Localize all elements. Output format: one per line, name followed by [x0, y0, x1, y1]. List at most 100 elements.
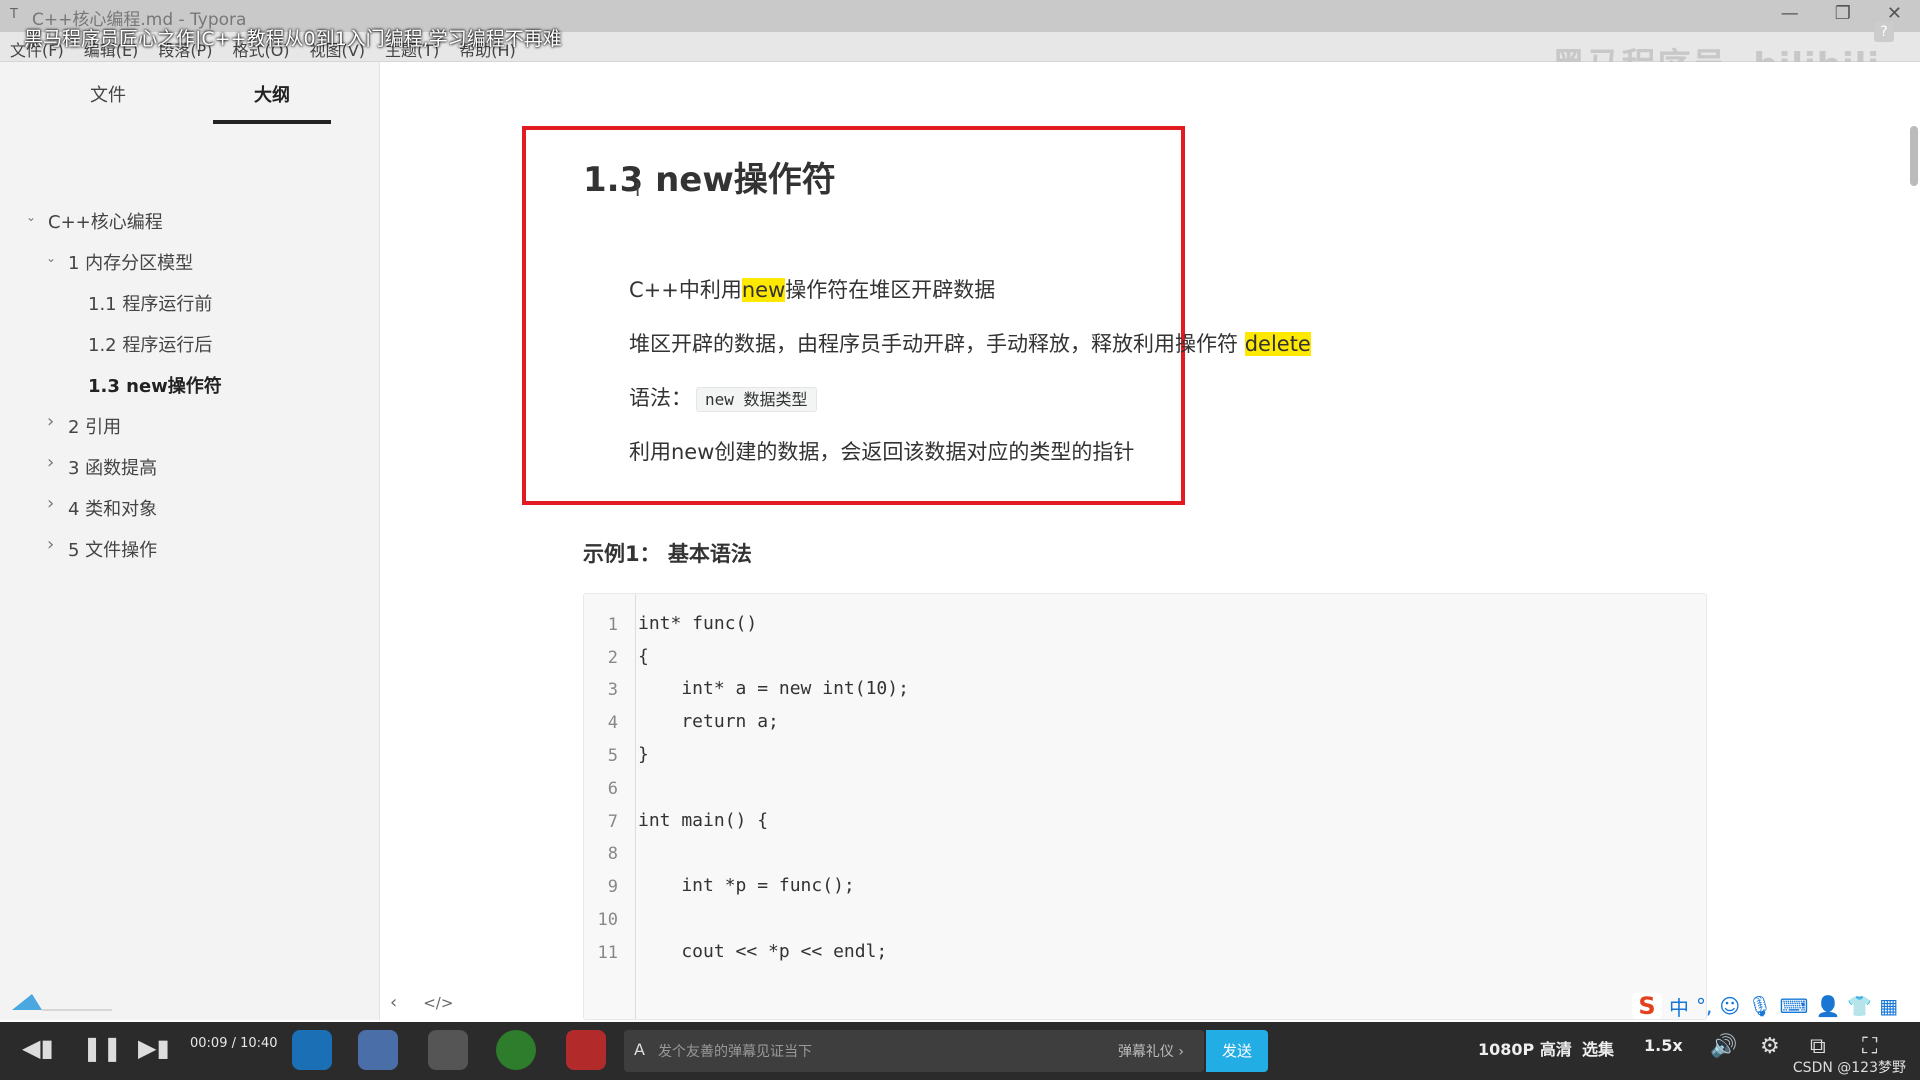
scrollbar-thumb[interactable] — [1910, 126, 1918, 186]
emoji-icon[interactable]: ☺ — [1719, 994, 1740, 1018]
next-icon[interactable]: ▶▮ — [138, 1034, 170, 1062]
outline-item-label: C++核心编程 — [48, 212, 163, 233]
outline-item-label: 1.2 程序运行后 — [88, 335, 213, 356]
line-number: 11 — [597, 943, 618, 963]
picture-in-picture-icon[interactable]: ⧉ — [1810, 1034, 1826, 1059]
settings-icon[interactable]: ⚙ — [1760, 1034, 1780, 1059]
text: 操作符在堆区开辟数据 — [785, 278, 996, 302]
line-number: 5 — [607, 746, 618, 766]
chevron-right-icon[interactable]: › — [47, 534, 61, 555]
user-icon[interactable]: 👤 — [1815, 994, 1840, 1018]
sidebar-tabs: 文件 大纲 — [0, 76, 380, 124]
word-count-graph-icon — [12, 994, 112, 1011]
sidebar: 文件 大纲 ⌄ C++核心编程 ⌄ 1 内存分区模型 1.1 程序运行前 1.2… — [0, 62, 380, 1020]
previous-icon[interactable]: ◀▮ — [22, 1034, 54, 1062]
line-number: 2 — [607, 648, 618, 668]
chevron-right-icon[interactable]: › — [47, 452, 61, 473]
tab-files[interactable]: 文件 — [49, 76, 167, 124]
send-danmaku-button[interactable]: 发送 — [1206, 1030, 1268, 1072]
close-icon[interactable]: ✕ — [1887, 3, 1902, 24]
taskbar-app-icon[interactable] — [496, 1030, 536, 1070]
code-line: cout << *p << endl; — [638, 941, 888, 962]
statusbar-nav: ‹ </> — [390, 992, 453, 1013]
quality-selector[interactable]: 1080P 高清 — [1478, 1036, 1572, 1060]
typora-app-icon: T — [10, 7, 18, 22]
video-player-bar: ◀▮ ❚❚ ▶▮ 00:09 / 10:40 A 发个友善的弹幕见证当下 弹幕礼… — [0, 1022, 1920, 1080]
line-number: 1 — [607, 615, 618, 635]
restore-icon[interactable]: ❐ — [1835, 3, 1851, 24]
line-number: 8 — [607, 844, 618, 864]
typora-taskbar-icon[interactable] — [428, 1030, 468, 1070]
minimize-icon[interactable]: — — [1781, 3, 1799, 24]
highlight-delete: delete — [1244, 332, 1311, 356]
paragraph-heap-delete[interactable]: 堆区开辟的数据，由程序员手动开辟，手动释放，释放利用操作符 delete — [629, 328, 1311, 358]
danmaku-etiquette-link[interactable]: 弹幕礼仪 › — [1118, 1041, 1184, 1061]
chevron-down-icon[interactable]: ⌄ — [46, 251, 60, 265]
text: C++中利用 — [629, 278, 742, 302]
line-number: 7 — [607, 812, 618, 832]
window-controls: — ❐ ✕ — [1781, 3, 1902, 24]
video-title-overlay: 黑马程序员匠心之作|C++教程从0到1入门编程,学习编程不再难 — [24, 28, 562, 50]
keyboard-icon[interactable]: ⌨ — [1780, 994, 1809, 1018]
taskbar-app-icon[interactable] — [358, 1030, 398, 1070]
microphone-icon[interactable]: 🎙 — [1747, 994, 1772, 1018]
text: 语法： — [629, 386, 692, 410]
chevron-down-icon[interactable]: ⌄ — [26, 210, 40, 224]
fullscreen-icon[interactable]: ⛶ — [1862, 1034, 1877, 1059]
code-line: int *p = func(); — [638, 875, 855, 896]
paragraph-syntax[interactable]: 语法： new 数据类型 — [629, 382, 817, 412]
volume-icon[interactable]: 🔊 — [1710, 1034, 1737, 1059]
code-gutter: 1 2 3 4 5 6 7 8 9 10 11 — [584, 594, 636, 1019]
episode-selector[interactable]: 选集 — [1582, 1036, 1614, 1060]
line-number: 9 — [607, 877, 618, 897]
ime-toolbar: S 中 °, ☺ 🎙 ⌨ 👤 👕 ▦ — [1632, 992, 1898, 1020]
chevron-right-icon[interactable]: › — [47, 493, 61, 514]
punctuation-icon[interactable]: °, — [1696, 994, 1712, 1018]
code-line: return a; — [638, 711, 779, 732]
danmaku-input[interactable]: A 发个友善的弹幕见证当下 弹幕礼仪 › — [624, 1030, 1204, 1072]
line-number: 10 — [597, 910, 618, 930]
section-heading[interactable]: 1.3 new操作符 — [583, 152, 836, 201]
line-number: 6 — [607, 779, 618, 799]
code-line: int main() { — [638, 810, 769, 831]
help-icon[interactable]: ? — [1874, 22, 1894, 42]
speed-selector[interactable]: 1.5x — [1644, 1036, 1683, 1055]
line-number: 3 — [607, 680, 618, 700]
outline-item-label: 1 内存分区模型 — [68, 253, 194, 274]
code-line: int* func() — [638, 613, 758, 634]
skin-icon[interactable]: 👕 — [1847, 994, 1872, 1018]
example-title[interactable]: 示例1： 基本语法 — [583, 538, 752, 568]
highlight-new: new — [741, 278, 786, 302]
grid-menu-icon[interactable]: ▦ — [1879, 994, 1898, 1018]
chevron-right-icon[interactable]: › — [47, 411, 61, 432]
code-line: } — [638, 744, 649, 765]
outline-item-label: 2 引用 — [68, 417, 122, 438]
code-line: int* a = new int(10); — [638, 678, 909, 699]
outline-item-label: 4 类和对象 — [68, 499, 158, 520]
outline-item-label: 1.1 程序运行前 — [88, 294, 213, 315]
playback-time: 00:09 / 10:40 — [190, 1036, 278, 1051]
chevron-left-icon[interactable]: ‹ — [390, 992, 397, 1013]
code-line: { — [638, 646, 649, 667]
danmaku-placeholder: 发个友善的弹幕见证当下 — [658, 1044, 812, 1060]
csdn-watermark: CSDN @123梦野 — [1792, 1060, 1906, 1076]
source-code-icon[interactable]: </> — [423, 994, 453, 1013]
editor-pane[interactable]: 1.3 new操作符 I C++中利用new操作符在堆区开辟数据 堆区开辟的数据… — [381, 62, 1920, 1020]
text: 堆区开辟的数据，由程序员手动开辟，手动释放，释放利用操作符 — [629, 332, 1245, 356]
pause-icon[interactable]: ❚❚ — [82, 1034, 122, 1062]
code-block[interactable]: 1 2 3 4 5 6 7 8 9 10 11 int* func() { in… — [583, 593, 1707, 1020]
paragraph-new-intro[interactable]: C++中利用new操作符在堆区开辟数据 — [629, 274, 995, 304]
sogou-ime-icon[interactable]: S — [1632, 993, 1662, 1019]
taskbar-app-icon[interactable] — [566, 1030, 606, 1070]
inline-code: new 数据类型 — [696, 387, 817, 412]
line-number: 4 — [607, 713, 618, 733]
outline-item-label: 1.3 new操作符 — [88, 376, 222, 397]
ime-chinese-icon[interactable]: 中 — [1669, 992, 1689, 1021]
tab-outline[interactable]: 大纲 — [213, 76, 331, 124]
text-cursor-icon: I — [635, 180, 641, 201]
taskbar-app-icon[interactable] — [292, 1030, 332, 1070]
danmaku-style-icon[interactable]: A — [634, 1040, 645, 1059]
outline-item-label: 3 函数提高 — [68, 458, 158, 479]
outline-item-label: 5 文件操作 — [68, 540, 158, 561]
paragraph-return-pointer[interactable]: 利用new创建的数据，会返回该数据对应的类型的指针 — [629, 436, 1134, 466]
